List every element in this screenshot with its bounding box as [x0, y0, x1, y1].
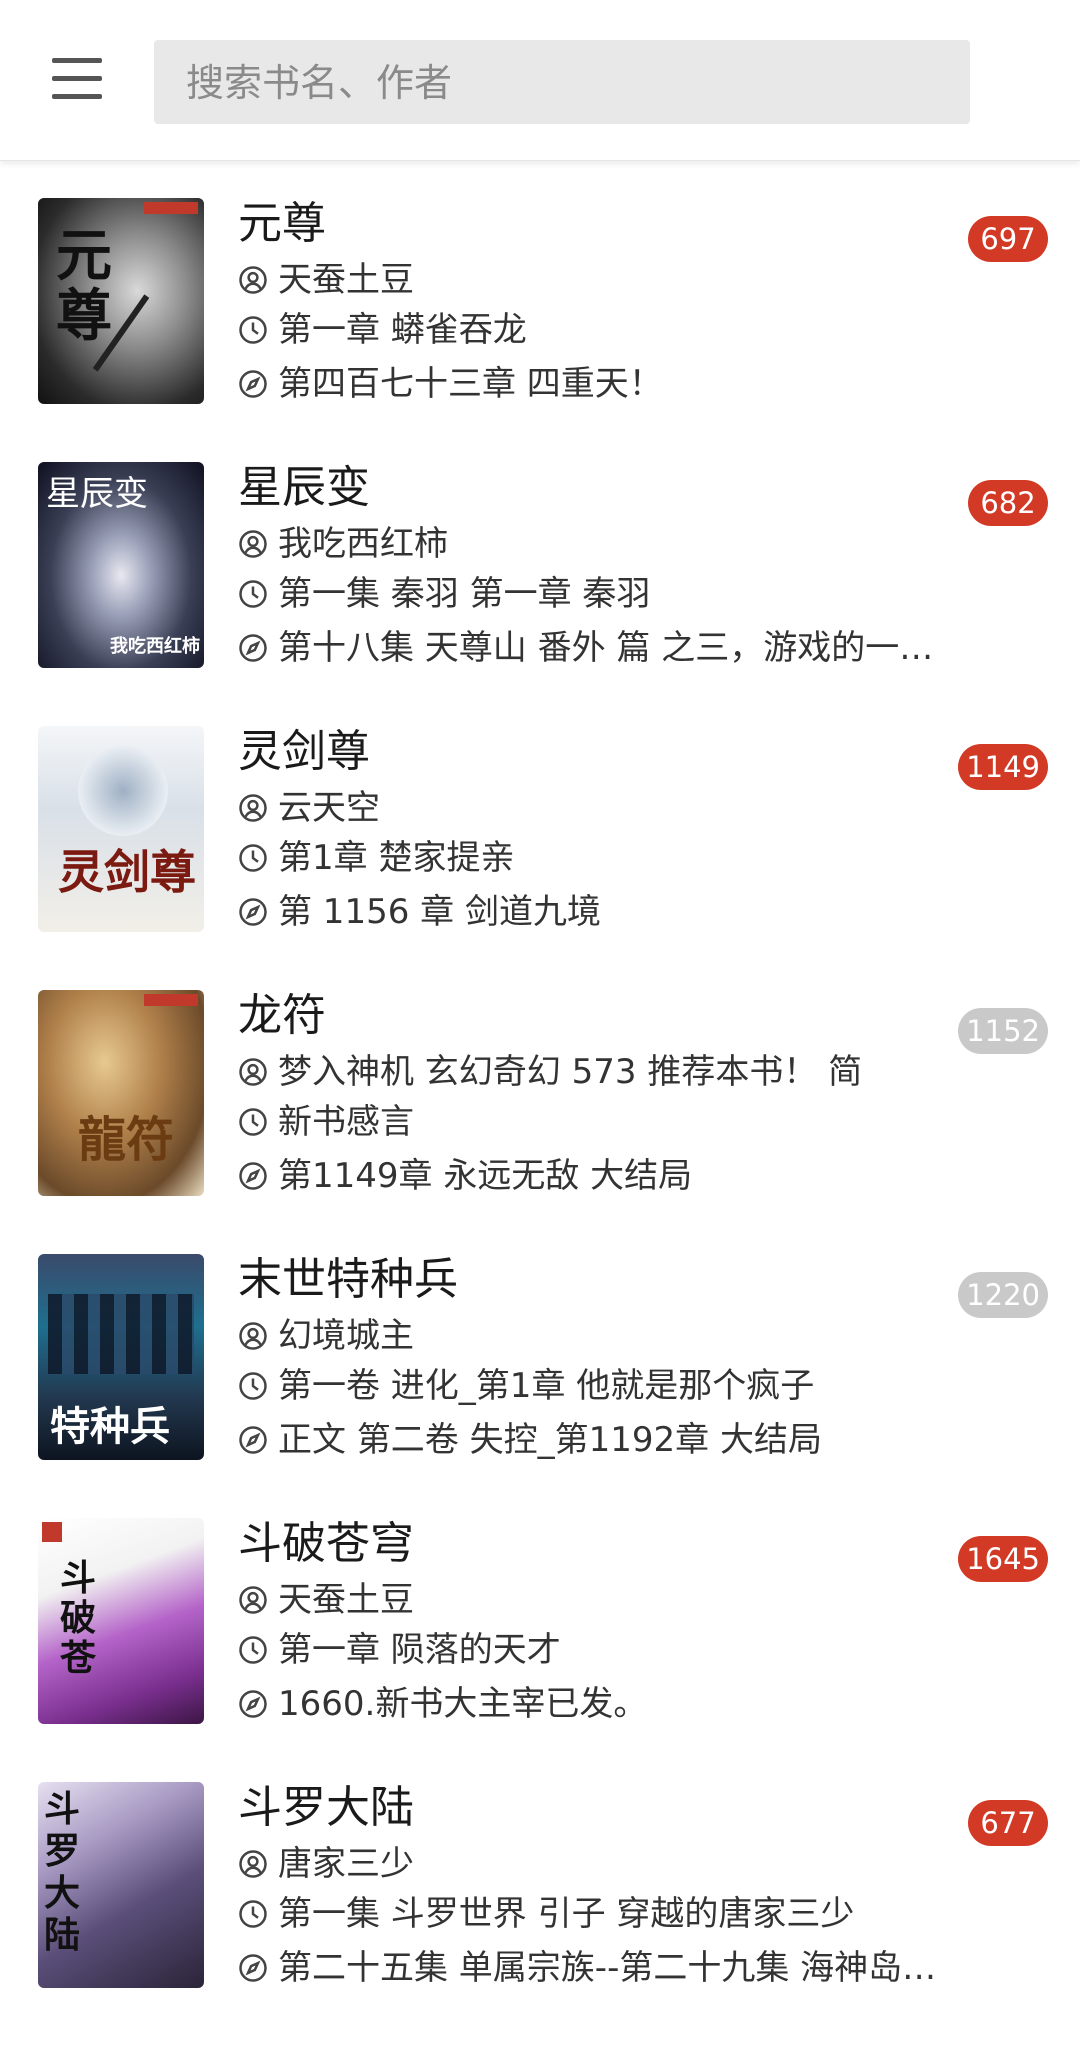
book-title: 末世特种兵 [238, 1254, 458, 1305]
user-icon [239, 1850, 267, 1878]
search-box[interactable] [154, 40, 970, 126]
book-author: 天蚕土豆 [278, 1580, 414, 1620]
user-icon [239, 1322, 267, 1350]
user-icon [239, 794, 267, 822]
book-author: 云天空 [278, 788, 380, 828]
clock-icon [239, 1372, 267, 1400]
chapter-count-badge: 697 [968, 216, 1048, 262]
clock-icon [239, 844, 267, 872]
book-latest-chapter: 第 1156 章 剑道九境 [278, 892, 601, 932]
book-list-item[interactable]: 星辰变 我吃西红柿 星辰变 我吃西红柿 第一集 秦羽 第一章 秦羽 第十八集 天… [0, 426, 1080, 690]
clock-icon [239, 1636, 267, 1664]
book-cover-image: 龍符 [38, 990, 204, 1196]
clock-icon [239, 1108, 267, 1136]
chapter-count-badge: 677 [968, 1800, 1048, 1846]
book-cover-image: 元尊 [38, 198, 204, 404]
chapter-count-badge: 682 [968, 480, 1048, 526]
book-latest-chapter: 1660.新书大主宰已发。 [278, 1684, 648, 1724]
book-first-chapter: 第一章 蟒雀吞龙 [278, 310, 527, 350]
book-cover-image: 星辰变 我吃西红柿 [38, 462, 204, 668]
chapter-count-badge: 1645 [958, 1536, 1048, 1582]
book-cover-image: 特种兵 [38, 1254, 204, 1460]
compass-icon [239, 1426, 267, 1454]
book-title: 星辰变 [238, 462, 370, 513]
book-list: 元尊 元尊 天蚕土豆 第一章 蟒雀吞龙 第四百七十三章 四重天！ 697 星辰变… [0, 162, 1080, 2010]
book-list-item[interactable]: 斗破苍 斗破苍穹 天蚕土豆 第一章 陨落的天才 1660.新书大主宰已发。 16… [0, 1482, 1080, 1746]
clock-icon [239, 580, 267, 608]
compass-icon [239, 634, 267, 662]
book-cover-image: 斗破苍 [38, 1518, 204, 1724]
book-first-chapter: 第一集 斗罗世界 引子 穿越的唐家三少 [278, 1894, 855, 1934]
book-list-item[interactable]: 灵剑尊 灵剑尊 云天空 第1章 楚家提亲 第 1156 章 剑道九境 1149 [0, 690, 1080, 954]
book-first-chapter: 第一卷 进化_第1章 他就是那个疯子 [278, 1366, 815, 1406]
book-cover-image: 灵剑尊 [38, 726, 204, 932]
book-author: 唐家三少 [278, 1844, 414, 1884]
book-list-item[interactable]: 龍符 龙符 梦入神机 玄幻奇幻 573 推荐本书！ 简 新书感言 第1149章 … [0, 954, 1080, 1218]
compass-icon [239, 1954, 267, 1982]
book-first-chapter: 第一集 秦羽 第一章 秦羽 [278, 574, 651, 614]
clock-icon [239, 316, 267, 344]
book-title: 灵剑尊 [238, 726, 370, 777]
clock-icon [239, 1900, 267, 1928]
book-latest-chapter: 第十八集 天尊山 番外 篇 之三，游戏的一… [278, 628, 934, 668]
book-title: 龙符 [238, 990, 326, 1041]
book-author: 天蚕土豆 [278, 260, 414, 300]
search-input[interactable] [184, 40, 944, 126]
compass-icon [239, 1690, 267, 1718]
user-icon [239, 530, 267, 558]
book-title: 斗罗大陆 [238, 1782, 414, 1833]
compass-icon [239, 370, 267, 398]
book-author: 梦入神机 玄幻奇幻 573 推荐本书！ 简 [278, 1052, 863, 1092]
chapter-count-badge: 1220 [958, 1272, 1048, 1318]
user-icon [239, 1586, 267, 1614]
user-icon [239, 266, 267, 294]
book-author: 我吃西红柿 [278, 524, 448, 564]
book-list-item[interactable]: 特种兵 末世特种兵 幻境城主 第一卷 进化_第1章 他就是那个疯子 正文 第二卷… [0, 1218, 1080, 1482]
book-latest-chapter: 第1149章 永远无敌 大结局 [278, 1156, 693, 1196]
book-first-chapter: 新书感言 [278, 1102, 414, 1142]
book-first-chapter: 第1章 楚家提亲 [278, 838, 515, 878]
book-title: 斗破苍穹 [238, 1518, 414, 1569]
book-latest-chapter: 第四百七十三章 四重天！ [278, 364, 663, 404]
chapter-count-badge: 1152 [958, 1008, 1048, 1054]
book-latest-chapter: 正文 第二卷 失控_第1192章 大结局 [278, 1420, 822, 1460]
chapter-count-badge: 1149 [958, 744, 1048, 790]
user-icon [239, 1058, 267, 1086]
book-cover-image: 斗罗大陆 [38, 1782, 204, 1988]
book-list-item[interactable]: 元尊 元尊 天蚕土豆 第一章 蟒雀吞龙 第四百七十三章 四重天！ 697 [0, 162, 1080, 426]
compass-icon [239, 1162, 267, 1190]
top-app-bar [0, 0, 1080, 161]
book-author: 幻境城主 [278, 1316, 414, 1356]
menu-icon[interactable] [38, 50, 116, 110]
book-latest-chapter: 第二十五集 单属宗族--第二十九集 海神岛… [278, 1948, 937, 1988]
compass-icon [239, 898, 267, 926]
book-list-item[interactable]: 斗罗大陆 斗罗大陆 唐家三少 第一集 斗罗世界 引子 穿越的唐家三少 第二十五集… [0, 1746, 1080, 2010]
book-title: 元尊 [238, 198, 326, 249]
book-first-chapter: 第一章 陨落的天才 [278, 1630, 561, 1670]
